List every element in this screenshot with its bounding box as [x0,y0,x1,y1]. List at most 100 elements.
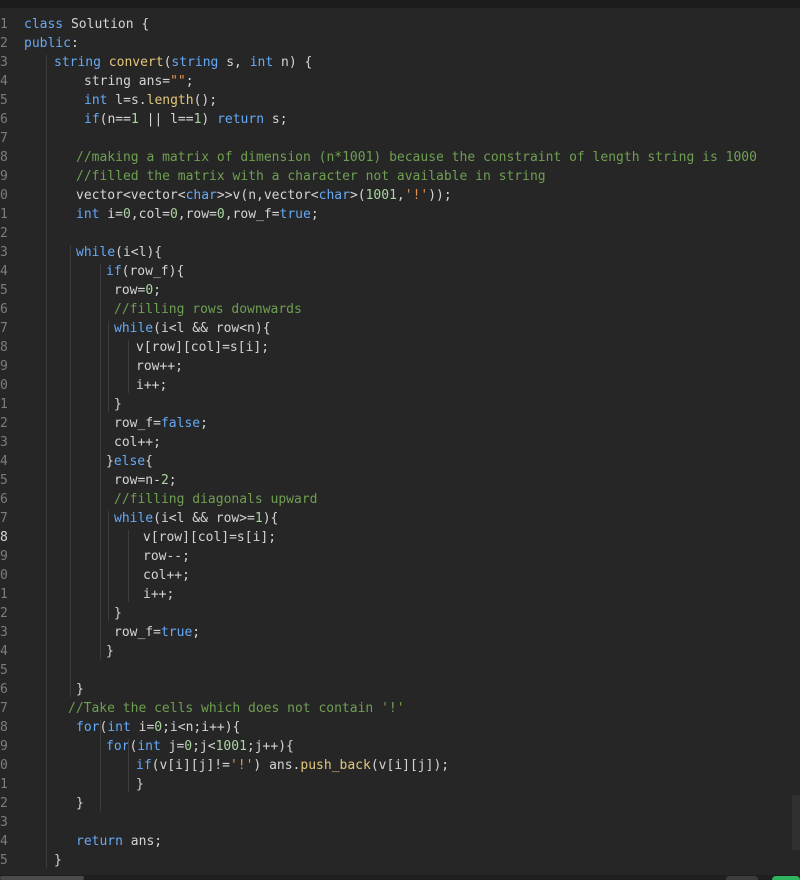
code-text: public: [24,34,79,53]
code-line[interactable]: 8 v[row][col]=s[i]; [0,338,800,357]
code-text: //filled the matrix with a character not… [76,167,546,186]
line-number: 7 [0,511,8,526]
code-line[interactable]: 5} [0,851,800,870]
code-token: 0 [216,207,225,222]
code-editor[interactable]: 1 class Solution {2 public: 3 string convert… [0,8,800,876]
indent-guide [100,720,101,811]
code-line[interactable]: 9 row++; [0,357,800,376]
code-text: string ans=""; [84,72,194,91]
code-token: ; [200,416,208,431]
code-token: } [76,796,84,811]
code-line[interactable]: 8 //making a matrix of dimension (n*1001)… [0,148,800,167]
indent-guide [46,55,47,868]
code-token: ans; [122,834,163,849]
line-number: 8 [0,340,8,355]
code-line[interactable]: 3 while(i<l){ [0,243,800,262]
code-line[interactable]: 2 [0,224,800,243]
vertical-scrollbar[interactable] [792,795,800,850]
code-token: s; [264,112,288,127]
code-line[interactable]: 4}else{ [0,452,800,471]
code-token: row_f= [114,625,161,640]
line-number: 1 [0,587,8,602]
code-text: //making a matrix of dimension (n*1001) … [76,148,757,167]
code-line[interactable]: 0 if(v[i][j]!='!') ans.push_back(v[i][j])… [0,756,800,775]
code-text: row_f=false; [114,414,208,433]
code-line[interactable]: 1 int i=0,col=0,row=0,row_f=true; [0,205,800,224]
code-token: (i<l && row<n){ [153,321,271,336]
code-line[interactable]: 1} [0,775,800,794]
code-token: i++; [143,587,175,602]
code-token: ; [153,283,161,298]
code-token: (v[i][j]!= [151,758,230,773]
code-text: } [106,642,114,661]
code-token: , [396,188,405,203]
code-line[interactable]: 1 class Solution { [0,15,800,34]
run-button[interactable] [772,876,800,880]
indent-guide [128,530,129,602]
code-line[interactable]: 0 col++; [0,566,800,585]
code-text: } [76,680,84,699]
code-token: ,col= [130,207,170,222]
code-line[interactable]: 8 for(int i=0;i<n;i++){ [0,718,800,737]
code-token: true [279,207,311,222]
horizontal-scrollbar-thumb[interactable] [0,876,84,880]
code-line[interactable]: 4 string ans=""; [0,72,800,91]
code-line[interactable]: 0 i++; [0,376,800,395]
code-line[interactable]: 2 public: [0,34,800,53]
code-line[interactable]: 2} [0,604,800,623]
code-line[interactable]: 6 //filling rows downwards [0,300,800,319]
code-line[interactable]: 4 return ans; [0,832,800,851]
line-number: 1 [0,17,8,32]
code-line[interactable]: 5 [0,661,800,680]
code-line[interactable]: 5 row=n-2; [0,471,800,490]
code-line[interactable]: 1} [0,395,800,414]
code-token: //filling diagonals upward [114,492,318,507]
code-token: ,row_f= [224,207,280,222]
code-line[interactable]: 3 row_f=true; [0,623,800,642]
indent-guide [108,511,109,621]
line-number: 3 [0,625,8,640]
code-token: row= [114,283,146,298]
code-token: 0 [122,207,131,222]
code-line[interactable]: 3 string convert(string s, int n) { [0,53,800,72]
indent-guide [100,264,101,659]
code-token: ) ans. [253,758,301,773]
code-line[interactable]: 9 row--; [0,547,800,566]
code-text: //Take the cells which does not contain … [68,699,405,718]
code-line[interactable]: 7 while(i<l && row<n){ [0,319,800,338]
code-token: while [114,511,154,526]
code-line[interactable]: 4} [0,642,800,661]
line-number: 1 [0,207,8,222]
code-line[interactable]: 7 //Take the cells which does not contain… [0,699,800,718]
code-line[interactable]: 0 vector<vector<char>>v(n,vector<char>(10… [0,186,800,205]
code-line[interactable]: 6 if(n==1 || l==1) return s; [0,110,800,129]
code-token: ; [185,74,194,89]
code-line[interactable]: 7 while(i<l && row>=1){ [0,509,800,528]
code-token: s, [218,55,250,70]
line-number: 1 [0,777,8,792]
code-line[interactable]: 3 col++; [0,433,800,452]
code-text: int l=s.length(); [84,91,217,110]
code-line[interactable]: 4 if(row_f){ [0,262,800,281]
code-line[interactable]: 2} [0,794,800,813]
code-text: while(i<l){ [76,243,162,262]
line-number: 9 [0,549,8,564]
code-token: char [318,188,350,203]
code-line[interactable]: 9 for(int j=0;j<1001;j++){ [0,737,800,756]
code-line[interactable]: 2 row_f=false; [0,414,800,433]
code-line[interactable]: 9 //filled the matrix with a character no… [0,167,800,186]
code-line[interactable]: 6} [0,680,800,699]
code-token: convert [108,55,164,70]
code-line[interactable]: 1 i++; [0,585,800,604]
status-tab[interactable] [726,876,758,880]
code-line[interactable]: 7 [0,129,800,148]
code-text: }else{ [106,452,153,471]
code-token: } [106,644,114,659]
code-line[interactable]: 8 v[row][col]=s[i]; [0,528,800,547]
code-line[interactable]: 3 [0,813,800,832]
code-token: ){ [262,511,279,526]
code-line[interactable]: 5 row=0; [0,281,800,300]
code-line[interactable]: 6 //filling diagonals upward [0,490,800,509]
code-token: ;j++){ [246,739,294,754]
code-line[interactable]: 5 int l=s.length(); [0,91,800,110]
